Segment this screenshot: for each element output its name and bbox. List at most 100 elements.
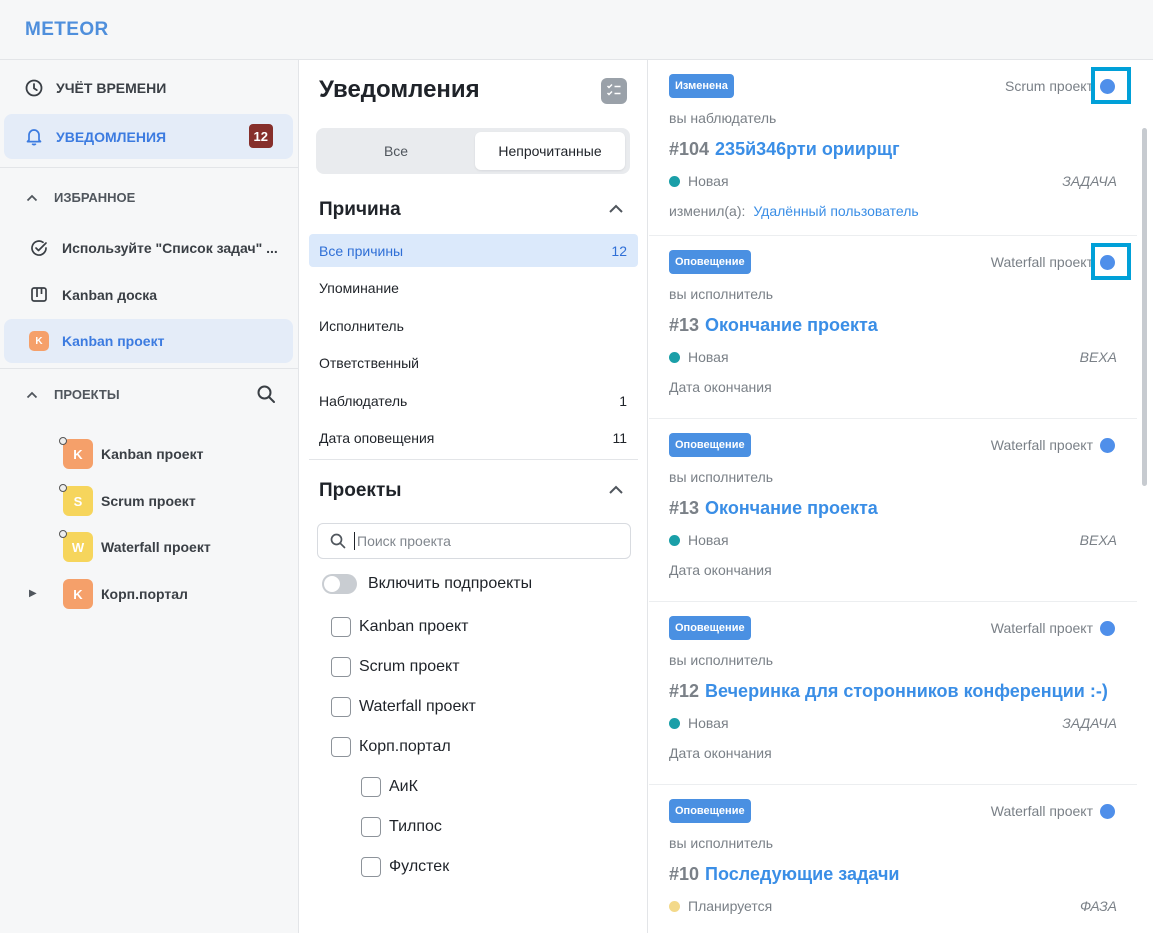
project-item-corp-portal[interactable]: ▶ K Корп.портал: [0, 577, 298, 611]
project-avatar: S: [63, 486, 93, 516]
notification-card[interactable]: Изменена Scrum проект вы наблюдатель #10…: [649, 60, 1137, 236]
notification-footer: изменил(а): Удалённый пользователь: [669, 203, 919, 219]
unread-dot-icon[interactable]: [1100, 621, 1115, 636]
checkbox-box[interactable]: [331, 697, 351, 717]
checkbox-box[interactable]: [331, 657, 351, 677]
feed-scrollbar[interactable]: [1142, 128, 1147, 486]
nav-item-time-tracking[interactable]: УЧЁТ ВРЕМЕНИ: [4, 65, 293, 110]
reason-label: Ответственный: [319, 354, 419, 371]
notification-project[interactable]: Scrum проект: [1005, 78, 1093, 94]
notification-role: вы исполнитель: [669, 652, 774, 668]
checkbox-waterfall-project[interactable]: Waterfall проект: [331, 697, 476, 717]
favorites-section-header[interactable]: ИЗБРАННОЕ: [25, 190, 135, 205]
project-avatar: K: [63, 439, 93, 469]
project-item-scrum[interactable]: S Scrum проект: [0, 484, 298, 518]
unread-dot-highlight: [1091, 67, 1131, 104]
notification-project[interactable]: Waterfall проект: [991, 620, 1093, 636]
reason-alert-date[interactable]: Дата оповещения 11: [309, 421, 638, 454]
checkbox-tilpos[interactable]: Тилпос: [361, 817, 442, 837]
reason-mention[interactable]: Упоминание: [309, 271, 638, 304]
task-name[interactable]: 235й346рти ориирщг: [715, 139, 900, 159]
checkbox-label: Корп.портал: [359, 738, 451, 755]
notification-card[interactable]: Оповещение Waterfall проект вы исполните…: [649, 785, 1137, 933]
status-dot-icon: [669, 175, 680, 187]
status-label: Планируется: [688, 898, 773, 914]
chevron-up-icon[interactable]: [607, 200, 625, 218]
checkbox-box[interactable]: [361, 817, 381, 837]
checkbox-box[interactable]: [361, 857, 381, 877]
checkbox-box[interactable]: [361, 777, 381, 797]
unread-dot-icon[interactable]: [1100, 438, 1115, 453]
checkbox-scrum-project[interactable]: Scrum проект: [331, 657, 460, 677]
favorite-item-task-list[interactable]: Используйте "Список задач" ...: [4, 226, 293, 270]
checkbox-fulstek[interactable]: Фулстек: [361, 857, 449, 877]
checkbox-label: Waterfall проект: [359, 698, 476, 715]
task-status: Планируется: [669, 898, 772, 914]
include-subprojects-toggle[interactable]: Включить подпроекты: [322, 574, 532, 594]
reason-responsible[interactable]: Ответственный: [309, 346, 638, 379]
task-number: #10: [669, 864, 700, 884]
clock-icon: [23, 77, 45, 99]
reason-label: Все причины: [319, 242, 404, 259]
notification-card[interactable]: Оповещение Waterfall проект вы исполните…: [649, 419, 1137, 602]
project-label: Корп.портал: [101, 586, 188, 602]
nav-item-notifications[interactable]: УВЕДОМЛЕНИЯ 12: [4, 114, 293, 159]
project-avatar: K: [63, 579, 93, 609]
notification-project[interactable]: Waterfall проект: [991, 803, 1093, 819]
check-circle-icon: [29, 238, 49, 258]
app-logo[interactable]: METEOR: [25, 19, 109, 41]
task-name[interactable]: Последующие задачи: [705, 864, 899, 884]
project-search-input[interactable]: Поиск проекта: [317, 523, 631, 559]
unread-dot-icon[interactable]: [1100, 804, 1115, 819]
notification-role: вы исполнитель: [669, 835, 774, 851]
notification-card[interactable]: Оповещение Waterfall проект вы исполните…: [649, 236, 1137, 419]
task-number: #12: [669, 681, 700, 701]
favorite-item-kanban-board[interactable]: Kanban доска: [4, 273, 293, 317]
tab-unread[interactable]: Непрочитанные: [475, 132, 625, 170]
search-icon[interactable]: [256, 384, 276, 409]
notification-title[interactable]: #104 235й346рти ориирщг: [669, 139, 900, 160]
task-name[interactable]: Вечеринка для сторонников конференции :-…: [705, 681, 1108, 701]
projects-section-header[interactable]: ПРОЕКТЫ: [25, 387, 120, 402]
checkbox-box[interactable]: [331, 617, 351, 637]
reason-section-title: Причина: [319, 199, 401, 220]
checkbox-aik[interactable]: АиК: [361, 777, 418, 797]
notification-title[interactable]: #10 Последующие задачи: [669, 864, 899, 885]
notification-footer: Дата окончания: [669, 562, 772, 578]
project-item-waterfall[interactable]: W Waterfall проект: [0, 530, 298, 564]
notification-card[interactable]: Оповещение Waterfall проект вы исполните…: [649, 602, 1137, 785]
task-name[interactable]: Окончание проекта: [705, 315, 878, 335]
favorite-item-kanban-project[interactable]: K Kanban проект: [4, 319, 293, 363]
toggle-switch[interactable]: [322, 574, 357, 594]
footer-label: изменил(а):: [669, 203, 746, 219]
checkbox-kanban-project[interactable]: Kanban проект: [331, 617, 468, 637]
checkbox-box[interactable]: [331, 737, 351, 757]
tab-all[interactable]: Все: [320, 132, 472, 170]
project-k-icon: K: [29, 331, 49, 351]
expand-arrow-icon[interactable]: ▶: [29, 588, 37, 599]
project-item-kanban[interactable]: K Kanban проект: [0, 437, 298, 471]
notification-title[interactable]: #13 Окончание проекта: [669, 498, 878, 519]
chevron-up-icon: [25, 391, 39, 399]
reason-watcher[interactable]: Наблюдатель 1: [309, 384, 638, 417]
chevron-up-icon[interactable]: [607, 481, 625, 499]
notification-title[interactable]: #12 Вечеринка для сторонников конференции…: [669, 681, 1108, 702]
user-link[interactable]: Удалённый пользователь: [753, 203, 918, 219]
notification-project[interactable]: Waterfall проект: [991, 254, 1093, 270]
sidebar-divider: [0, 368, 298, 369]
checkbox-label: Kanban проект: [359, 618, 469, 635]
task-name[interactable]: Окончание проекта: [705, 498, 878, 518]
notification-project[interactable]: Waterfall проект: [991, 437, 1093, 453]
notification-title[interactable]: #13 Окончание проекта: [669, 315, 878, 336]
reason-assignee[interactable]: Исполнитель: [309, 309, 638, 342]
task-status: Новая: [669, 349, 729, 365]
page-title: Уведомления: [319, 76, 480, 103]
notification-role: вы исполнитель: [669, 469, 774, 485]
checkbox-corp-portal[interactable]: Корп.портал: [331, 737, 451, 757]
status-label: Новая: [688, 715, 729, 731]
projects-title: ПРОЕКТЫ: [54, 387, 120, 402]
nav-item-label: УВЕДОМЛЕНИЯ: [56, 128, 167, 145]
reason-all[interactable]: Все причины 12: [309, 234, 638, 267]
mark-all-read-button[interactable]: [601, 78, 627, 104]
read-filter-tabs: Все Непрочитанные: [316, 128, 630, 174]
